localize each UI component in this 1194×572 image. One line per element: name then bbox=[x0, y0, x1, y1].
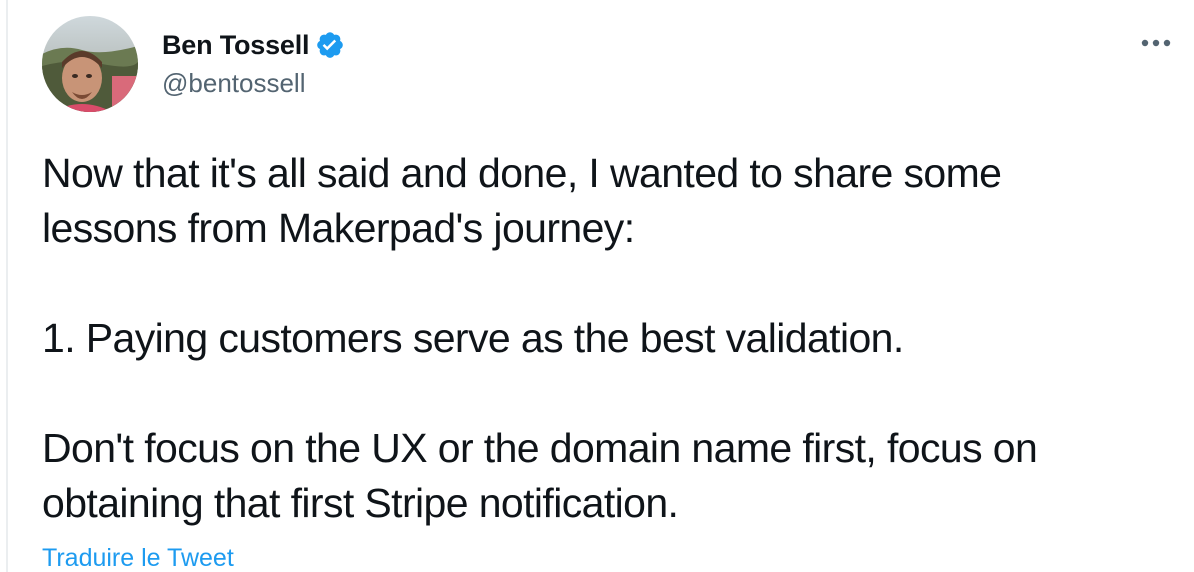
more-options-button[interactable] bbox=[1136, 28, 1176, 58]
author-handle[interactable]: @bentossell bbox=[162, 68, 305, 99]
translate-tweet-link[interactable]: Traduire le Tweet bbox=[42, 544, 234, 572]
more-horizontal-icon bbox=[1141, 39, 1171, 47]
author-name-row: Ben Tossell bbox=[162, 28, 345, 62]
avatar[interactable] bbox=[42, 16, 138, 112]
avatar-photo-icon bbox=[42, 16, 138, 112]
verified-badge-icon bbox=[315, 30, 345, 60]
tweet-body-text: Now that it's all said and done, I wante… bbox=[42, 150, 1038, 526]
author-display-name[interactable]: Ben Tossell bbox=[162, 30, 310, 61]
thread-divider bbox=[6, 0, 8, 572]
tweet-card: Ben Tossell @bentossell Now that it's al… bbox=[0, 0, 1194, 572]
